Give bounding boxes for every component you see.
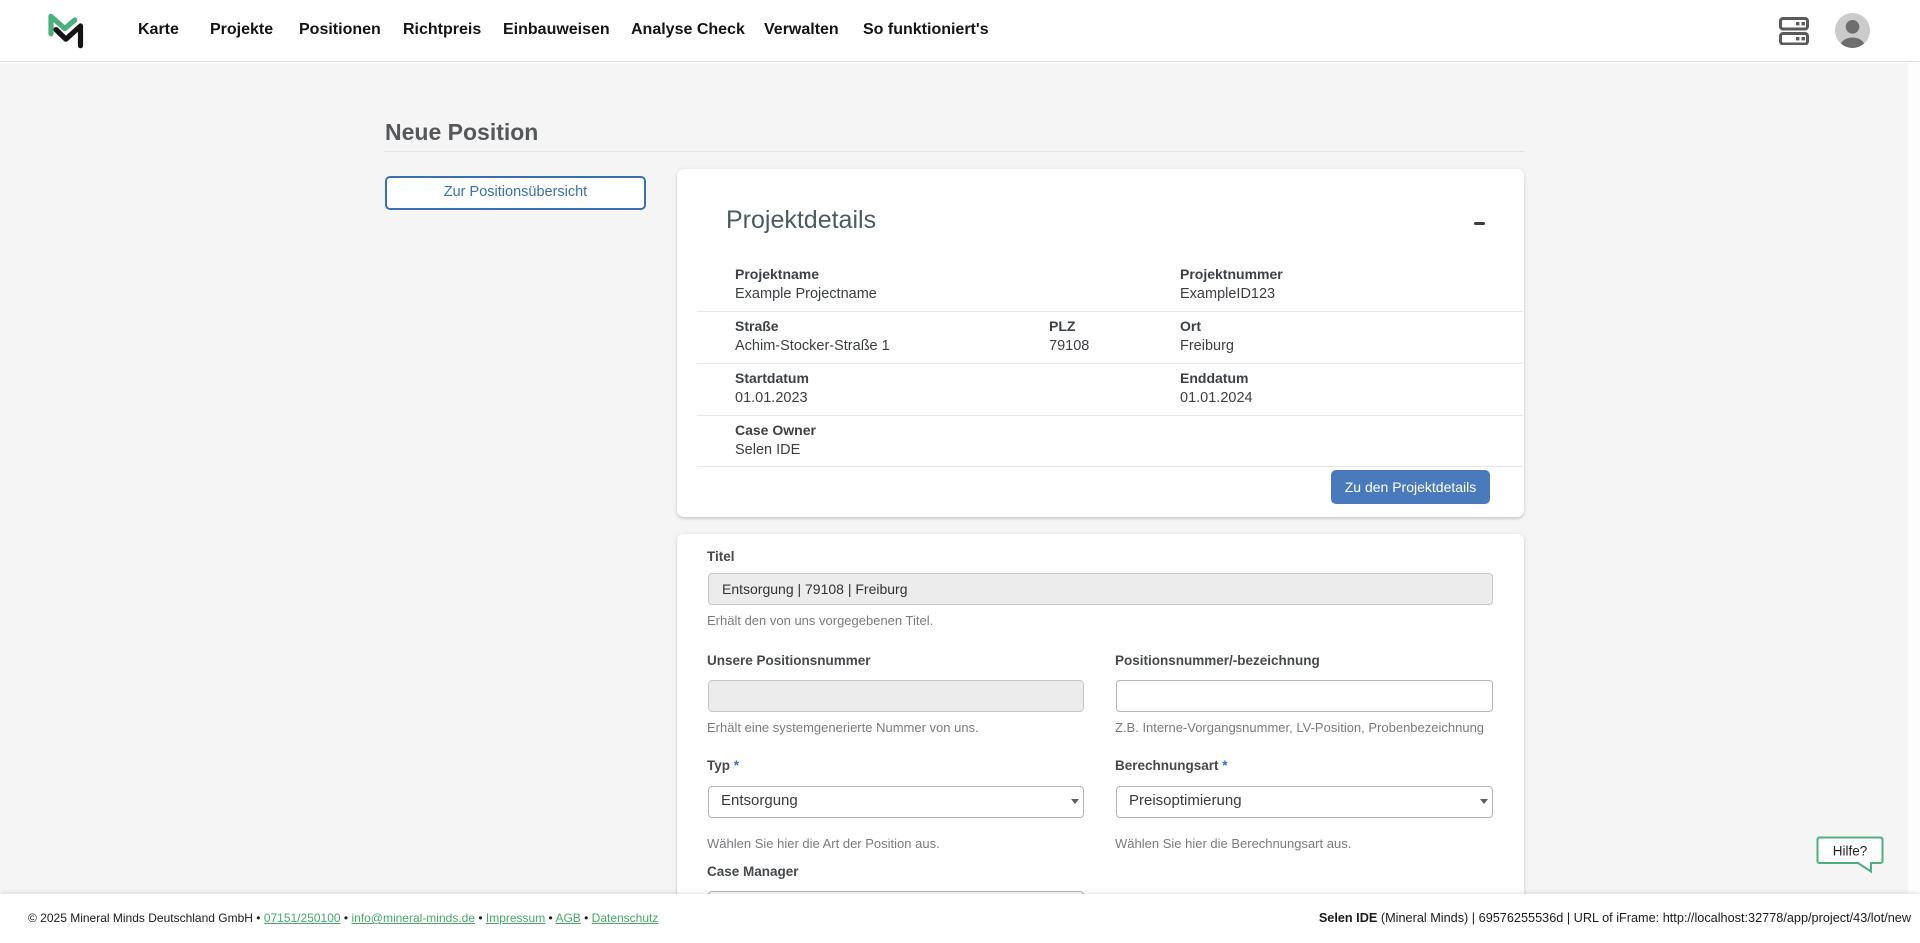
svg-text:Hilfe?: Hilfe? — [1833, 844, 1868, 859]
